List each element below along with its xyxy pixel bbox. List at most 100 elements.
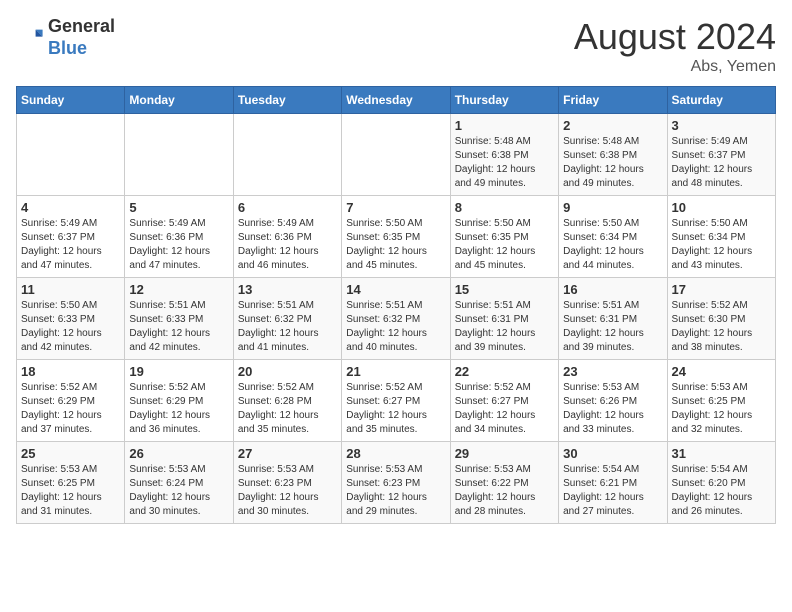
calendar-cell xyxy=(233,114,341,196)
day-info: Sunrise: 5:52 AM Sunset: 6:29 PM Dayligh… xyxy=(21,381,120,437)
week-row-5: 25 Sunrise: 5:53 AM Sunset: 6:25 PM Dayli… xyxy=(17,442,776,524)
weekday-header-tuesday: Tuesday xyxy=(233,87,341,114)
calendar-cell: 19Sunrise: 5:52 AM Sunset: 6:29 PM Dayli… xyxy=(125,360,233,442)
day-info: Sunrise: 5:50 AM Sunset: 6:34 PM Dayligh… xyxy=(563,217,662,273)
calendar-cell: 30 Sunrise: 5:54 AM Sunset: 6:21 PM Dayli… xyxy=(559,442,667,524)
day-info: Sunrise: 5:51 AM Sunset: 6:32 PM Dayligh… xyxy=(346,299,445,355)
location: Abs, Yemen xyxy=(574,58,776,76)
calendar-cell: 26 Sunrise: 5:53 AM Sunset: 6:24 PM Dayli… xyxy=(125,442,233,524)
calendar-cell: 29Sunrise: 5:53 AM Sunset: 6:22 PM Dayli… xyxy=(450,442,558,524)
day-info: Sunrise: 5:51 AM Sunset: 6:33 PM Dayligh… xyxy=(129,299,228,355)
day-info: Sunrise: 5:52 AM Sunset: 6:27 PM Dayligh… xyxy=(346,381,445,437)
calendar-cell: 7 Sunrise: 5:50 AM Sunset: 6:35 PM Daylig… xyxy=(342,196,450,278)
day-info: Sunrise: 5:51 AM Sunset: 6:31 PM Dayligh… xyxy=(455,299,554,355)
day-number: 7 xyxy=(346,200,445,215)
calendar-cell: 28Sunrise: 5:53 AM Sunset: 6:23 PM Dayli… xyxy=(342,442,450,524)
day-number: 10 xyxy=(672,200,771,215)
day-number: 23 xyxy=(563,364,662,379)
day-info: Sunrise: 5:53 AM Sunset: 6:23 PM Dayligh… xyxy=(346,463,445,519)
day-info: Sunrise: 5:50 AM Sunset: 6:35 PM Dayligh… xyxy=(455,217,554,273)
weekday-header-sunday: Sunday xyxy=(17,87,125,114)
calendar-cell: 4 Sunrise: 5:49 AM Sunset: 6:37 PM Daylig… xyxy=(17,196,125,278)
day-number: 12 xyxy=(129,282,228,297)
calendar-cell: 25 Sunrise: 5:53 AM Sunset: 6:25 PM Dayli… xyxy=(17,442,125,524)
day-info: Sunrise: 5:54 AM Sunset: 6:20 PM Dayligh… xyxy=(672,463,771,519)
weekday-header-friday: Friday xyxy=(559,87,667,114)
day-number: 9 xyxy=(563,200,662,215)
calendar-cell: 31Sunrise: 5:54 AM Sunset: 6:20 PM Dayli… xyxy=(667,442,775,524)
calendar-cell: 27Sunrise: 5:53 AM Sunset: 6:23 PM Dayli… xyxy=(233,442,341,524)
day-number: 2 xyxy=(563,118,662,133)
day-info: Sunrise: 5:52 AM Sunset: 6:27 PM Dayligh… xyxy=(455,381,554,437)
calendar-cell: 1 Sunrise: 5:48 AM Sunset: 6:38 PM Daylig… xyxy=(450,114,558,196)
calendar-cell: 14Sunrise: 5:51 AM Sunset: 6:32 PM Dayli… xyxy=(342,278,450,360)
week-row-3: 11 Sunrise: 5:50 AM Sunset: 6:33 PM Dayli… xyxy=(17,278,776,360)
calendar-cell: 16 Sunrise: 5:51 AM Sunset: 6:31 PM Dayli… xyxy=(559,278,667,360)
week-row-1: 1 Sunrise: 5:48 AM Sunset: 6:38 PM Daylig… xyxy=(17,114,776,196)
day-number: 16 xyxy=(563,282,662,297)
day-info: Sunrise: 5:53 AM Sunset: 6:24 PM Dayligh… xyxy=(129,463,228,519)
day-info: Sunrise: 5:49 AM Sunset: 6:37 PM Dayligh… xyxy=(21,217,120,273)
day-info: Sunrise: 5:48 AM Sunset: 6:38 PM Dayligh… xyxy=(563,135,662,191)
day-number: 11 xyxy=(21,282,120,297)
day-number: 25 xyxy=(21,446,120,461)
day-info: Sunrise: 5:50 AM Sunset: 6:35 PM Dayligh… xyxy=(346,217,445,273)
calendar-cell: 24 Sunrise: 5:53 AM Sunset: 6:25 PM Dayli… xyxy=(667,360,775,442)
page-header: General Blue August 2024 Abs, Yemen xyxy=(16,16,776,76)
day-number: 13 xyxy=(238,282,337,297)
day-info: Sunrise: 5:49 AM Sunset: 6:36 PM Dayligh… xyxy=(129,217,228,273)
calendar-cell: 3Sunrise: 5:49 AM Sunset: 6:37 PM Daylig… xyxy=(667,114,775,196)
calendar-cell: 13 Sunrise: 5:51 AM Sunset: 6:32 PM Dayli… xyxy=(233,278,341,360)
day-number: 4 xyxy=(21,200,120,215)
calendar-cell: 12 Sunrise: 5:51 AM Sunset: 6:33 PM Dayli… xyxy=(125,278,233,360)
day-info: Sunrise: 5:53 AM Sunset: 6:26 PM Dayligh… xyxy=(563,381,662,437)
logo-general-text: General xyxy=(48,16,115,36)
day-info: Sunrise: 5:50 AM Sunset: 6:34 PM Dayligh… xyxy=(672,217,771,273)
day-number: 6 xyxy=(238,200,337,215)
calendar-cell: 21 Sunrise: 5:52 AM Sunset: 6:27 PM Dayli… xyxy=(342,360,450,442)
week-row-4: 18 Sunrise: 5:52 AM Sunset: 6:29 PM Dayli… xyxy=(17,360,776,442)
logo: General Blue xyxy=(16,16,115,59)
day-number: 5 xyxy=(129,200,228,215)
calendar-cell: 20 Sunrise: 5:52 AM Sunset: 6:28 PM Dayli… xyxy=(233,360,341,442)
day-number: 30 xyxy=(563,446,662,461)
day-number: 29 xyxy=(455,446,554,461)
weekday-header-monday: Monday xyxy=(125,87,233,114)
calendar-cell: 23 Sunrise: 5:53 AM Sunset: 6:26 PM Dayli… xyxy=(559,360,667,442)
day-info: Sunrise: 5:49 AM Sunset: 6:36 PM Dayligh… xyxy=(238,217,337,273)
calendar-cell: 6 Sunrise: 5:49 AM Sunset: 6:36 PM Daylig… xyxy=(233,196,341,278)
calendar-cell: 8 Sunrise: 5:50 AM Sunset: 6:35 PM Daylig… xyxy=(450,196,558,278)
day-info: Sunrise: 5:53 AM Sunset: 6:23 PM Dayligh… xyxy=(238,463,337,519)
day-number: 8 xyxy=(455,200,554,215)
day-number: 22 xyxy=(455,364,554,379)
calendar-cell: 9 Sunrise: 5:50 AM Sunset: 6:34 PM Daylig… xyxy=(559,196,667,278)
day-info: Sunrise: 5:48 AM Sunset: 6:38 PM Dayligh… xyxy=(455,135,554,191)
calendar-cell: 15Sunrise: 5:51 AM Sunset: 6:31 PM Dayli… xyxy=(450,278,558,360)
day-info: Sunrise: 5:54 AM Sunset: 6:21 PM Dayligh… xyxy=(563,463,662,519)
day-info: Sunrise: 5:52 AM Sunset: 6:29 PM Dayligh… xyxy=(129,381,228,437)
week-row-2: 4 Sunrise: 5:49 AM Sunset: 6:37 PM Daylig… xyxy=(17,196,776,278)
weekday-header-row: SundayMondayTuesdayWednesdayThursdayFrid… xyxy=(17,87,776,114)
title-block: August 2024 Abs, Yemen xyxy=(574,16,776,76)
logo-text: General Blue xyxy=(48,16,115,59)
calendar-cell: 11 Sunrise: 5:50 AM Sunset: 6:33 PM Dayli… xyxy=(17,278,125,360)
calendar-cell: 10 Sunrise: 5:50 AM Sunset: 6:34 PM Dayli… xyxy=(667,196,775,278)
day-info: Sunrise: 5:52 AM Sunset: 6:28 PM Dayligh… xyxy=(238,381,337,437)
day-number: 1 xyxy=(455,118,554,133)
day-number: 26 xyxy=(129,446,228,461)
day-info: Sunrise: 5:53 AM Sunset: 6:25 PM Dayligh… xyxy=(21,463,120,519)
logo-blue-text: Blue xyxy=(48,38,87,58)
calendar-cell: 18 Sunrise: 5:52 AM Sunset: 6:29 PM Dayli… xyxy=(17,360,125,442)
day-number: 21 xyxy=(346,364,445,379)
day-number: 24 xyxy=(672,364,771,379)
day-info: Sunrise: 5:49 AM Sunset: 6:37 PM Dayligh… xyxy=(672,135,771,191)
month-year: August 2024 xyxy=(574,16,776,58)
day-info: Sunrise: 5:53 AM Sunset: 6:25 PM Dayligh… xyxy=(672,381,771,437)
day-info: Sunrise: 5:51 AM Sunset: 6:31 PM Dayligh… xyxy=(563,299,662,355)
day-number: 18 xyxy=(21,364,120,379)
day-info: Sunrise: 5:51 AM Sunset: 6:32 PM Dayligh… xyxy=(238,299,337,355)
calendar-cell: 22 Sunrise: 5:52 AM Sunset: 6:27 PM Dayli… xyxy=(450,360,558,442)
day-number: 20 xyxy=(238,364,337,379)
day-info: Sunrise: 5:50 AM Sunset: 6:33 PM Dayligh… xyxy=(21,299,120,355)
weekday-header-thursday: Thursday xyxy=(450,87,558,114)
